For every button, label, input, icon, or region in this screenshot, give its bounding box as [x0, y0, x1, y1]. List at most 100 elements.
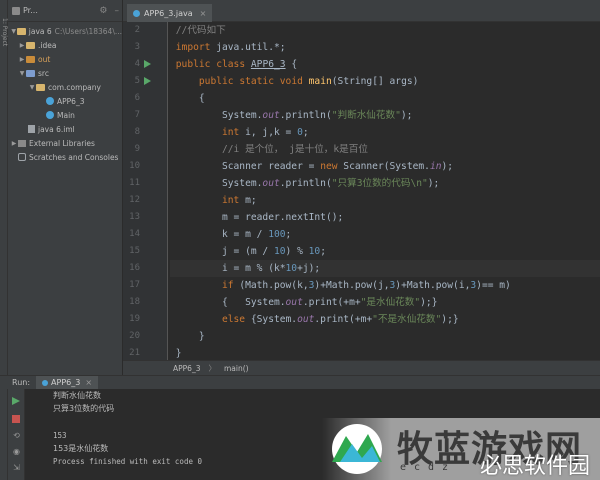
code-line[interactable]: else {System.out.print(+m+"不是水仙花数");} [170, 311, 600, 328]
collapse-arrow-icon[interactable]: ▶ [18, 42, 26, 49]
tree-item-java6[interactable]: ▼ java 6 C:\Users\18364\... [8, 24, 122, 38]
collapse-arrow-icon[interactable]: ▶ [10, 140, 18, 147]
line-number: 19 [129, 314, 140, 324]
code-line[interactable]: { [170, 90, 600, 107]
code-line[interactable]: int m; [170, 192, 600, 209]
tree-item-label: com.company [48, 82, 101, 92]
folder-icon [26, 55, 35, 63]
code-line[interactable]: m = reader.nextInt(); [170, 209, 600, 226]
close-tab-icon[interactable]: × [200, 9, 207, 18]
line-number: 12 [129, 195, 140, 205]
tab-label: APP6_3.java [144, 8, 193, 18]
rerun-icon[interactable] [12, 397, 20, 405]
code-line[interactable]: } [170, 328, 600, 345]
line-number: 14 [129, 229, 140, 239]
run-window-header: Run: APP6_3 × [0, 375, 600, 389]
tree-item-scratches[interactable]: Scratches and Consoles [8, 150, 122, 164]
breadcrumb-method[interactable]: main() [224, 364, 249, 373]
code-line[interactable]: k = m / 100; [170, 226, 600, 243]
run-gutter-icon[interactable] [144, 60, 151, 68]
project-panel-title[interactable]: Pr... [23, 6, 38, 15]
watermark-site: ecdz [400, 462, 457, 473]
tree-item-label: java 6.iml [38, 124, 75, 134]
line-gutter: 2 3 4 5 6 7 8 9 10 11 12 13 14 15 16 17 18 19 20 21 [123, 22, 168, 360]
code-area[interactable]: //代码如下 import java.util.*; public class … [170, 22, 600, 360]
project-path: C:\Users\18364\... [54, 26, 122, 36]
tree-item-out[interactable]: ▶ out [8, 52, 122, 66]
code-line[interactable]: { System.out.print(+m+"是水仙花数");} [170, 294, 600, 311]
watermark-logo-icon [332, 424, 382, 474]
tree-item-idea[interactable]: ▶ .idea [8, 38, 122, 52]
hide-icon[interactable]: – [115, 6, 120, 16]
tree-item-src[interactable]: ▼ src [8, 66, 122, 80]
tree-item-label: Main [57, 110, 75, 120]
library-icon [18, 139, 26, 147]
project-panel-header: Pr... ⚙ – [8, 0, 122, 22]
code-editor[interactable]: 2 3 4 5 6 7 8 9 10 11 12 13 14 15 16 17 18 19 20 21 //代码如下 … [123, 22, 600, 360]
code-line[interactable]: i = m % (k*10+j); [170, 260, 600, 277]
run-toolbar: ⟲ ◉ ⇲ [8, 389, 25, 480]
code-line[interactable]: j = (m / 10) % 10; [170, 243, 600, 260]
tree-item-label: External Libraries [29, 138, 95, 148]
restore-layout-icon[interactable]: ⟲ [12, 431, 21, 440]
run-gutter-icon[interactable] [144, 77, 151, 85]
folder-icon [26, 69, 35, 77]
tree-item-main[interactable]: Main [8, 108, 122, 122]
run-tab-app6-3[interactable]: APP6_3 × [36, 376, 99, 389]
code-line[interactable]: System.out.println("只算3位数的代码\n"); [170, 175, 600, 192]
tab-app6-3[interactable]: APP6_3.java × [127, 4, 213, 22]
folder-icon [26, 41, 35, 49]
code-line[interactable]: System.out.println("判断水仙花数"); [170, 107, 600, 124]
code-line[interactable]: if (Math.pow(k,3)+Math.pow(j,3)+Math.pow… [170, 277, 600, 294]
left-tool-strip: 1: Project [0, 0, 8, 480]
console-line: 153 [53, 431, 67, 440]
tree-item-package[interactable]: ▼ com.company [8, 80, 122, 94]
line-number: 16 [129, 263, 140, 273]
line-number: 9 [134, 144, 140, 154]
watermark-secondary: 必思软件园 [480, 454, 591, 479]
line-number: 18 [129, 297, 140, 307]
camera-icon[interactable]: ◉ [12, 447, 21, 456]
line-number: 20 [129, 331, 140, 341]
project-panel: Pr... ⚙ – ▼ java 6 C:\Users\18364\... ▶ … [8, 0, 123, 375]
line-number: 15 [129, 246, 140, 256]
tree-item-label: Scratches and Consoles [29, 152, 119, 162]
code-line[interactable]: public static void main(String[] args) [170, 73, 600, 90]
line-number: 17 [129, 280, 140, 290]
console-line: 判断水仙花数 [53, 391, 101, 400]
code-line[interactable]: import java.util.*; [170, 39, 600, 56]
project-tool-label[interactable]: 1: Project [0, 18, 8, 46]
tree-item-app6-3[interactable]: APP6_3 [8, 94, 122, 108]
code-line[interactable]: //i 是个位， j是十位，k是百位 [170, 141, 600, 158]
code-line[interactable]: Scanner reader = new Scanner(System.in); [170, 158, 600, 175]
line-number: 10 [129, 161, 140, 171]
pin-icon[interactable]: ⇲ [12, 463, 21, 472]
line-number: 13 [129, 212, 140, 222]
iml-file-icon [28, 125, 35, 133]
tree-item-iml[interactable]: java 6.iml [8, 122, 122, 136]
console-line: 只算3位数的代码 [53, 404, 115, 413]
tree-item-label: java 6 [28, 26, 52, 36]
breadcrumb-class[interactable]: APP6_3 [173, 364, 200, 373]
tree-item-external-libraries[interactable]: ▶ External Libraries [8, 136, 122, 150]
java-class-icon [133, 9, 140, 17]
project-icon [12, 6, 20, 15]
editor-tab-bar: APP6_3.java × [123, 0, 600, 22]
collapse-arrow-icon[interactable]: ▶ [18, 56, 26, 63]
tree-item-label: APP6_3 [57, 96, 85, 106]
line-number: 11 [129, 178, 140, 188]
package-icon [36, 83, 45, 91]
code-line[interactable]: public class APP6_3 { [170, 56, 600, 73]
close-run-tab-icon[interactable]: × [85, 378, 92, 387]
folder-icon [17, 27, 26, 35]
gear-icon[interactable]: ⚙ [99, 6, 107, 16]
expand-arrow-icon[interactable]: ▼ [28, 84, 36, 91]
stop-icon[interactable] [12, 415, 20, 423]
console-line: Process finished with exit code 0 [53, 457, 203, 466]
expand-arrow-icon[interactable]: ▼ [18, 70, 26, 77]
expand-arrow-icon[interactable]: ▼ [10, 28, 17, 35]
breadcrumb: APP6_3 〉 main() [123, 360, 600, 375]
code-line[interactable]: int i, j,k = 0; [170, 124, 600, 141]
code-line[interactable]: //代码如下 [170, 22, 600, 39]
console-line: 153是水仙花数 [53, 444, 109, 453]
